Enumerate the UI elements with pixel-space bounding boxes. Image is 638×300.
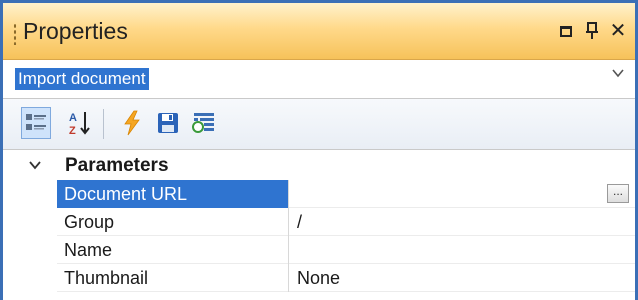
property-row-document-url[interactable]: Document URL ...: [3, 180, 635, 208]
chevron-down-icon[interactable]: [611, 66, 625, 80]
property-name[interactable]: Document URL: [57, 180, 288, 208]
toolbar-separator: [103, 109, 104, 139]
property-grid: Parameters Document URL ... Group / Name: [3, 150, 635, 300]
property-name[interactable]: Group: [57, 208, 288, 236]
categorized-view-button[interactable]: [21, 107, 51, 139]
sort-az-icon: A Z: [69, 112, 90, 136]
row-gutter: [3, 180, 55, 208]
pin-icon: [586, 22, 598, 39]
window-buttons: ✕: [557, 17, 627, 45]
property-pages-icon: [192, 113, 214, 133]
row-gutter: [3, 236, 55, 264]
close-icon: ✕: [609, 20, 627, 42]
row-gutter: [3, 264, 55, 292]
save-button[interactable]: [153, 107, 183, 139]
property-pages-button[interactable]: [189, 107, 219, 139]
property-name[interactable]: Thumbnail: [57, 264, 288, 292]
alphabetical-sort-button[interactable]: A Z: [65, 107, 95, 139]
category-row[interactable]: Parameters: [3, 150, 635, 180]
property-value[interactable]: /: [289, 208, 635, 236]
drag-grip-icon[interactable]: [13, 23, 17, 45]
object-selector[interactable]: Import document: [3, 60, 635, 99]
floppy-disk-icon: [158, 113, 178, 133]
categorized-icon: [26, 114, 46, 130]
row-gutter: [3, 208, 55, 236]
svg-text:Z: Z: [69, 125, 76, 136]
category-label: Parameters: [65, 155, 169, 176]
svg-text:A: A: [69, 112, 77, 124]
property-value[interactable]: None: [289, 264, 635, 292]
property-value-field[interactable]: ...: [289, 180, 635, 208]
lightning-icon: [124, 110, 140, 136]
properties-toolbar: A Z: [3, 99, 635, 150]
window-position-button[interactable]: [557, 21, 575, 41]
title-bar[interactable]: Properties ✕: [3, 3, 635, 60]
property-row-name[interactable]: Name: [3, 236, 635, 264]
window-position-icon: [560, 25, 572, 37]
chevron-down-icon[interactable]: [28, 158, 42, 172]
object-selector-value[interactable]: Import document: [15, 68, 149, 90]
property-row-group[interactable]: Group /: [3, 208, 635, 236]
property-value[interactable]: [289, 236, 635, 264]
property-row-thumbnail[interactable]: Thumbnail None: [3, 264, 635, 292]
pin-button[interactable]: [583, 21, 601, 41]
window-title: Properties: [23, 18, 128, 44]
properties-window: Properties ✕ Import document A Z Paramet…: [0, 0, 638, 300]
property-name[interactable]: Name: [57, 236, 288, 264]
browse-ellipsis-button[interactable]: ...: [607, 184, 629, 203]
events-button[interactable]: [117, 107, 147, 139]
close-button[interactable]: ✕: [609, 21, 627, 41]
